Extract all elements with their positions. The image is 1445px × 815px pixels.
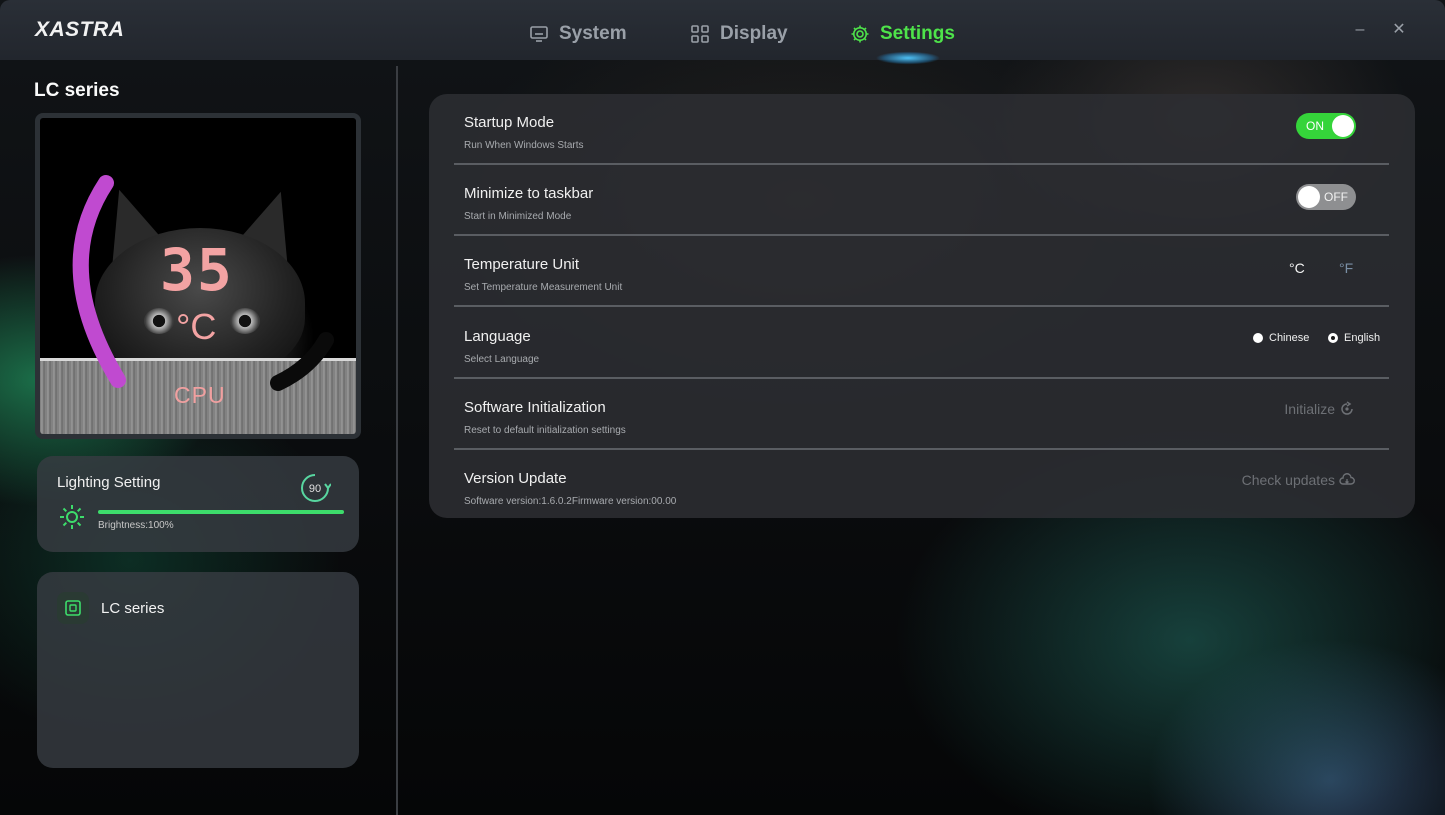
action-label: Initialize	[1284, 401, 1335, 417]
monitor-icon	[530, 26, 548, 42]
brightness-fill	[98, 510, 344, 514]
radio-label: English	[1344, 332, 1381, 344]
radio-label: Chinese	[1269, 332, 1310, 344]
tab-system-label: System	[559, 23, 627, 44]
device-item-lc-series[interactable]: LC series	[57, 592, 164, 624]
lighting-title: Lighting Setting	[57, 474, 161, 491]
close-button[interactable]: ✕	[1387, 18, 1411, 42]
temperature-unit: °C	[176, 306, 217, 347]
language-english-option[interactable]: English	[1328, 332, 1380, 344]
startup-toggle[interactable]: ON	[1296, 113, 1356, 139]
setting-title: Language	[464, 328, 531, 345]
unit-celsius-option[interactable]: °C	[1289, 260, 1305, 276]
setting-row-initialization: Software Initialization Reset to default…	[454, 379, 1389, 450]
settings-card: Startup Mode Run When Windows Starts ON …	[429, 94, 1415, 518]
temperature-value: 35	[160, 236, 234, 304]
toggle-knob	[1298, 186, 1320, 208]
setting-row-language: Language Select Language Chinese English	[454, 308, 1389, 379]
screen-preview: 35 °C CPU	[35, 113, 361, 439]
brightness-icon	[60, 505, 84, 529]
radio-button	[1328, 333, 1338, 343]
device-list-panel: LC series	[37, 572, 359, 768]
brightness-label: Brightness:100%	[98, 520, 174, 531]
setting-row-minimize: Minimize to taskbar Start in Minimized M…	[454, 165, 1389, 236]
setting-row-version-update: Version Update Software version:1.6.0.2F…	[454, 450, 1389, 521]
initialize-button[interactable]: Initialize	[1284, 401, 1355, 417]
active-tab-indicator	[868, 50, 948, 66]
reset-icon	[1341, 401, 1353, 415]
sensor-label: CPU	[174, 382, 226, 408]
sidebar-divider	[396, 66, 398, 815]
tab-settings-label: Settings	[880, 23, 955, 44]
brightness-slider[interactable]	[98, 510, 344, 514]
title-bar: XASTRA System Display Settings – ✕	[0, 0, 1445, 66]
minimize-button[interactable]: –	[1348, 18, 1372, 42]
row-divider	[454, 305, 1389, 307]
grid-icon	[691, 25, 709, 43]
gear-icon	[851, 25, 869, 43]
setting-title: Temperature Unit	[464, 256, 580, 273]
preview-screen: 35 °C CPU	[40, 118, 356, 434]
setting-subtitle: Reset to default initialization settings	[464, 425, 626, 436]
setting-title: Version Update	[464, 470, 567, 487]
cloud-icon	[1339, 473, 1355, 485]
setting-subtitle: Run When Windows Starts	[464, 140, 584, 151]
setting-title: Startup Mode	[464, 114, 555, 131]
language-chinese-option[interactable]: Chinese	[1253, 332, 1309, 344]
toggle-label: ON	[1306, 119, 1324, 133]
rotation-value: 90	[309, 483, 321, 495]
action-label: Check updates	[1241, 472, 1335, 488]
radio-button	[1253, 333, 1263, 343]
tab-display[interactable]: Display	[690, 20, 788, 48]
device-label: LC series	[101, 599, 165, 617]
tab-system[interactable]: System	[529, 20, 627, 48]
setting-subtitle: Software version:1.6.0.2Firmware version…	[464, 496, 677, 507]
unit-fahrenheit-option[interactable]: °F	[1339, 260, 1353, 276]
tab-settings[interactable]: Settings	[850, 20, 955, 48]
rotate-icon[interactable]: 90	[299, 472, 331, 504]
check-updates-button[interactable]: Check updates	[1242, 472, 1355, 488]
device-title: LC series	[34, 80, 120, 101]
setting-title: Software Initialization	[464, 399, 606, 416]
lighting-panel: Lighting Setting 90 Brightness:100%	[37, 456, 359, 552]
setting-subtitle: Set Temperature Measurement Unit	[464, 282, 623, 293]
minimize-toggle[interactable]: OFF	[1296, 184, 1356, 210]
setting-subtitle: Start in Minimized Mode	[464, 211, 572, 222]
main-nav: System Display Settings	[0, 0, 1445, 60]
toggle-knob	[1332, 115, 1354, 137]
setting-row-temperature-unit: Temperature Unit Set Temperature Measure…	[454, 236, 1389, 307]
toggle-label: OFF	[1324, 190, 1348, 204]
setting-row-startup: Startup Mode Run When Windows Starts ON	[454, 94, 1389, 165]
tab-display-label: Display	[720, 23, 788, 44]
setting-title: Minimize to taskbar	[464, 185, 594, 202]
device-icon	[57, 592, 89, 624]
setting-subtitle: Select Language	[464, 354, 540, 365]
